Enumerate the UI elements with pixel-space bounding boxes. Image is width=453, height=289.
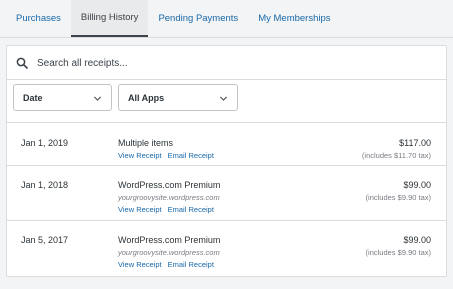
receipt-site: yourgroovysite.wordpress.com — [118, 248, 220, 257]
receipt-row: Jan 1, 2019 Multiple items View Receipt E… — [7, 124, 446, 166]
search-input[interactable] — [37, 54, 417, 72]
apps-filter-select[interactable]: All Apps — [118, 84, 238, 111]
chevron-down-icon — [93, 96, 102, 101]
receipt-amount: $99.00 — [403, 180, 431, 190]
tab-purchases[interactable]: Purchases — [6, 0, 71, 37]
section-tabs: Purchases Billing History Pending Paymen… — [0, 0, 453, 38]
receipt-links: View Receipt Email Receipt — [118, 151, 220, 160]
billing-history-card: Date All Apps Jan 1, 2019 Multiple items… — [6, 45, 447, 277]
receipt-title: Multiple items — [118, 138, 174, 148]
apps-filter-label: All Apps — [128, 92, 165, 103]
view-receipt-link[interactable]: View Receipt — [118, 205, 162, 214]
receipt-date: Jan 5, 2017 — [21, 235, 69, 245]
search-icon — [16, 57, 28, 69]
email-receipt-link[interactable]: Email Receipt — [168, 151, 214, 160]
receipt-links: View Receipt Email Receipt — [118, 205, 220, 214]
receipt-site: yourgroovysite.wordpress.com — [118, 193, 220, 202]
receipt-title: WordPress.com Premium — [118, 235, 221, 245]
receipt-list: Jan 1, 2019 Multiple items View Receipt E… — [7, 124, 446, 277]
tabs-divider — [0, 37, 453, 38]
filter-bar: Date All Apps — [7, 81, 446, 123]
chevron-down-icon — [219, 96, 228, 101]
receipt-tax: (includes $9.90 tax) — [365, 193, 431, 202]
receipt-title: WordPress.com Premium — [118, 180, 221, 190]
receipt-date: Jan 1, 2019 — [21, 138, 69, 148]
search-bar — [7, 46, 446, 80]
view-receipt-link[interactable]: View Receipt — [118, 151, 162, 160]
receipt-amount: $99.00 — [403, 235, 431, 245]
email-receipt-link[interactable]: Email Receipt — [168, 205, 214, 214]
receipt-tax: (includes $9.90 tax) — [365, 248, 431, 257]
receipt-amount: $117.00 — [399, 138, 431, 148]
tab-pending-payments[interactable]: Pending Payments — [148, 0, 248, 37]
date-filter-label: Date — [23, 92, 43, 103]
tab-my-memberships[interactable]: My Memberships — [248, 0, 340, 37]
receipt-row: Jan 1, 2018 WordPress.com Premium yourgr… — [7, 166, 446, 221]
tab-billing-history[interactable]: Billing History — [70, 0, 149, 37]
receipt-links: View Receipt Email Receipt — [118, 260, 220, 269]
receipt-tax: (includes $11.70 tax) — [361, 151, 431, 160]
receipt-date: Jan 1, 2018 — [21, 180, 69, 190]
date-filter-select[interactable]: Date — [13, 84, 112, 111]
email-receipt-link[interactable]: Email Receipt — [168, 260, 214, 269]
receipt-row: Jan 5, 2017 WordPress.com Premium yourgr… — [7, 221, 446, 277]
view-receipt-link[interactable]: View Receipt — [118, 260, 162, 269]
